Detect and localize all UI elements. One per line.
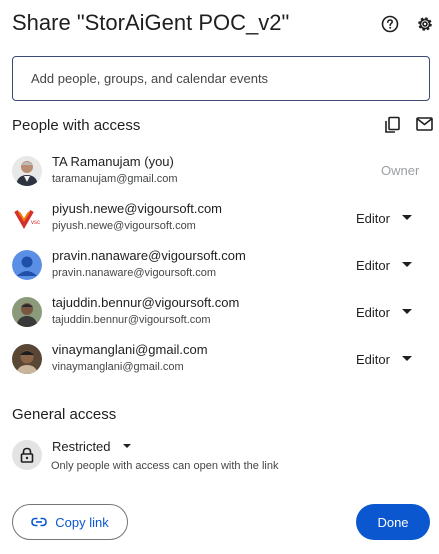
general-access-dropdown[interactable]: Restricted [46,434,131,458]
help-icon[interactable] [381,15,399,33]
owner-label: Owner [381,163,420,178]
person-row: vsc piyush.newe@vigoursoft.com piyush.ne… [0,198,439,238]
done-label: Done [377,514,409,530]
person-name: TA Ramanujam (you) [52,154,174,169]
access-description: Only people with access can open with th… [51,460,279,472]
person-name: tajuddin.bennur@vigoursoft.com [52,295,240,310]
person-email: vinaymanglani@gmail.com [52,361,184,373]
role-label: Editor [356,257,390,273]
link-icon [31,517,48,527]
copy-link-button[interactable]: Copy link [12,504,128,540]
general-access-heading: General access [12,406,117,423]
role-dropdown[interactable]: Editor [350,203,420,233]
chevron-down-icon [122,444,131,448]
role-dropdown[interactable]: Editor [350,344,420,374]
people-with-access-heading: People with access [12,117,141,134]
copy-emails-icon[interactable] [384,116,401,134]
person-row: tajuddin.bennur@vigoursoft.com tajuddin.… [0,292,439,332]
email-icon[interactable] [416,117,433,131]
copy-link-label: Copy link [55,514,109,530]
person-row: pravin.nanaware@vigoursoft.com pravin.na… [0,245,439,285]
add-people-field[interactable] [12,56,430,101]
person-email: pravin.nanaware@vigoursoft.com [52,267,217,279]
chevron-down-icon [402,262,412,267]
person-name: piyush.newe@vigoursoft.com [52,201,222,216]
avatar [12,297,42,327]
dialog-title: Share "StorAiGent POC_v2" [12,10,290,35]
role-label: Editor [356,304,390,320]
done-button[interactable]: Done [356,504,430,540]
person-email: taramanujam@gmail.com [52,173,178,185]
role-dropdown[interactable]: Editor [350,250,420,280]
svg-text:vsc: vsc [31,220,40,226]
chevron-down-icon [402,356,412,361]
role-label: Editor [356,210,390,226]
add-people-input[interactable] [31,71,429,86]
person-email: tajuddin.bennur@vigoursoft.com [52,314,211,326]
person-name: vinaymanglani@gmail.com [52,342,208,357]
role-dropdown[interactable]: Editor [350,297,420,327]
person-row: TA Ramanujam (you) taramanujam@gmail.com… [0,151,439,191]
avatar [12,156,42,186]
person-row: vinaymanglani@gmail.com vinaymanglani@gm… [0,339,439,379]
avatar: vsc [12,203,42,233]
avatar [12,250,42,280]
chevron-down-icon [402,215,412,220]
person-name: pravin.nanaware@vigoursoft.com [52,248,246,263]
person-email: piyush.newe@vigoursoft.com [52,220,196,232]
gear-icon[interactable] [416,15,434,33]
role-label: Editor [356,351,390,367]
access-level: Restricted [52,438,111,454]
chevron-down-icon [402,309,412,314]
avatar [12,344,42,374]
lock-icon [12,440,42,470]
